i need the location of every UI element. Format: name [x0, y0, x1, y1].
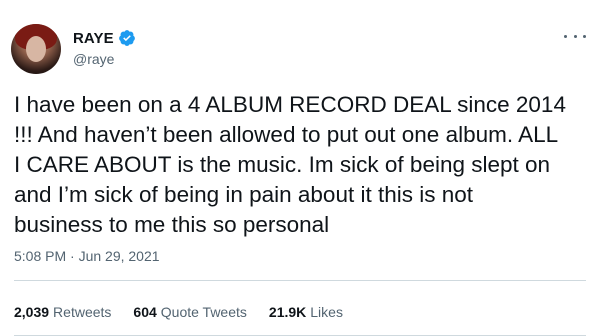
- avatar-face: [26, 36, 46, 62]
- avatar[interactable]: [11, 24, 61, 74]
- more-dot: [583, 34, 586, 38]
- more-options-icon[interactable]: [564, 28, 586, 44]
- verified-badge-icon: [118, 30, 135, 46]
- quote-tweets-stat[interactable]: 604 Quote Tweets: [133, 304, 247, 320]
- tweet-text: I have been on a 4 ALBUM RECORD DEAL sin…: [14, 92, 566, 237]
- author-name[interactable]: RAYE: [73, 30, 114, 47]
- author-handle[interactable]: @raye: [73, 51, 114, 67]
- quote-tweets-label: Quote Tweets: [160, 304, 247, 320]
- likes-count: 21.9K: [268, 304, 307, 320]
- likes-stat[interactable]: 21.9K Likes: [269, 304, 343, 320]
- more-dot: [573, 34, 577, 38]
- likes-label: Likes: [310, 304, 343, 320]
- divider: [14, 280, 586, 281]
- tweet-timestamp[interactable]: 5:08 PM · Jun 29, 2021: [14, 248, 160, 264]
- retweets-stat[interactable]: 2,039 Retweets: [14, 304, 111, 320]
- quote-tweets-count: 604: [133, 304, 157, 320]
- author-name-row: RAYE: [73, 29, 136, 47]
- more-dot: [564, 34, 567, 38]
- retweets-count: 2,039: [14, 304, 50, 320]
- engagement-stats: 2,039 Retweets 604 Quote Tweets 21.9K Li…: [14, 304, 365, 320]
- retweets-label: Retweets: [53, 304, 112, 320]
- tweet-card: RAYE @raye I have been on a 4 ALBUM RECO…: [0, 0, 600, 336]
